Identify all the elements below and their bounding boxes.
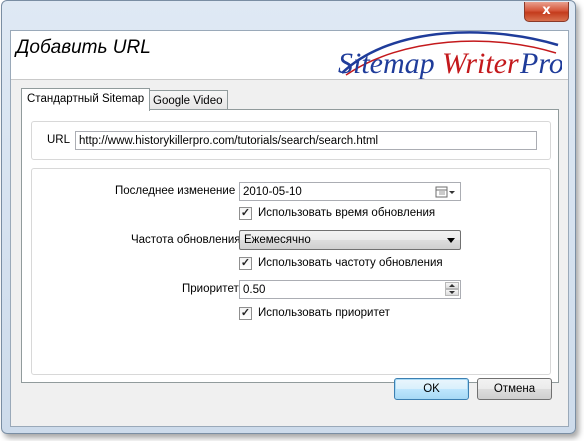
url-group: URL http://www.historykillerpro.com/tuto… <box>31 121 551 160</box>
use-change-freq-checkbox[interactable]: ✓ <box>239 257 252 270</box>
dialog-window: x Добавить URL Sitemap Writer Pro Станда… <box>1 0 576 434</box>
tab-panel-standard-sitemap: URL http://www.historykillerpro.com/tuto… <box>21 109 559 383</box>
change-freq-select[interactable]: Ежемесячно <box>239 230 461 250</box>
use-last-modified-label: Использовать время обновления <box>258 207 436 219</box>
priority-stepper[interactable]: 0.50 <box>239 280 461 299</box>
dialog-header: Добавить URL Sitemap Writer Pro <box>11 31 568 80</box>
tab-standard-sitemap[interactable]: Стандартный Sitemap <box>21 88 151 111</box>
calendar-icon[interactable] <box>435 185 457 199</box>
chevron-down-icon <box>447 238 455 243</box>
url-input[interactable]: http://www.historykillerpro.com/tutorial… <box>75 131 537 150</box>
priority-label: Приоритет <box>182 283 239 295</box>
logo-text-pro: Pro <box>519 47 562 79</box>
use-last-modified-checkbox[interactable]: ✓ <box>239 207 252 220</box>
cancel-button[interactable]: Отмена <box>477 378 552 400</box>
last-modified-value: 2010-05-10 <box>243 186 302 198</box>
change-freq-label: Частота обновления <box>131 234 241 246</box>
logo-text-writer: Writer <box>442 47 519 79</box>
dialog-title: Добавить URL <box>16 37 151 58</box>
use-change-freq-label: Использовать частоту обновления <box>258 257 443 269</box>
use-priority-label: Использовать приоритет <box>258 307 390 319</box>
last-modified-label: Последнее изменение <box>115 185 236 197</box>
dialog-client-area: Добавить URL Sitemap Writer Pro Стандарт… <box>10 30 569 427</box>
sitemap-options-group: Последнее изменение 2010-05-10 ✓ Использ… <box>31 168 551 375</box>
spin-down-icon[interactable] <box>445 289 459 296</box>
last-modified-date-picker[interactable]: 2010-05-10 <box>239 182 461 201</box>
priority-spin-buttons[interactable] <box>445 282 459 297</box>
use-priority-checkbox[interactable]: ✓ <box>239 307 252 320</box>
ok-button[interactable]: OK <box>394 378 469 400</box>
change-freq-value: Ежемесячно <box>244 234 311 246</box>
sitemapwriterpro-logo: Sitemap Writer Pro <box>338 31 562 79</box>
tab-google-video[interactable]: Google Video <box>147 90 229 111</box>
logo-text-sitemap: Sitemap <box>338 47 435 79</box>
window-close-button[interactable]: x <box>524 2 569 22</box>
priority-value: 0.50 <box>243 284 266 296</box>
url-label: URL <box>47 134 71 146</box>
spin-up-icon[interactable] <box>445 282 459 289</box>
